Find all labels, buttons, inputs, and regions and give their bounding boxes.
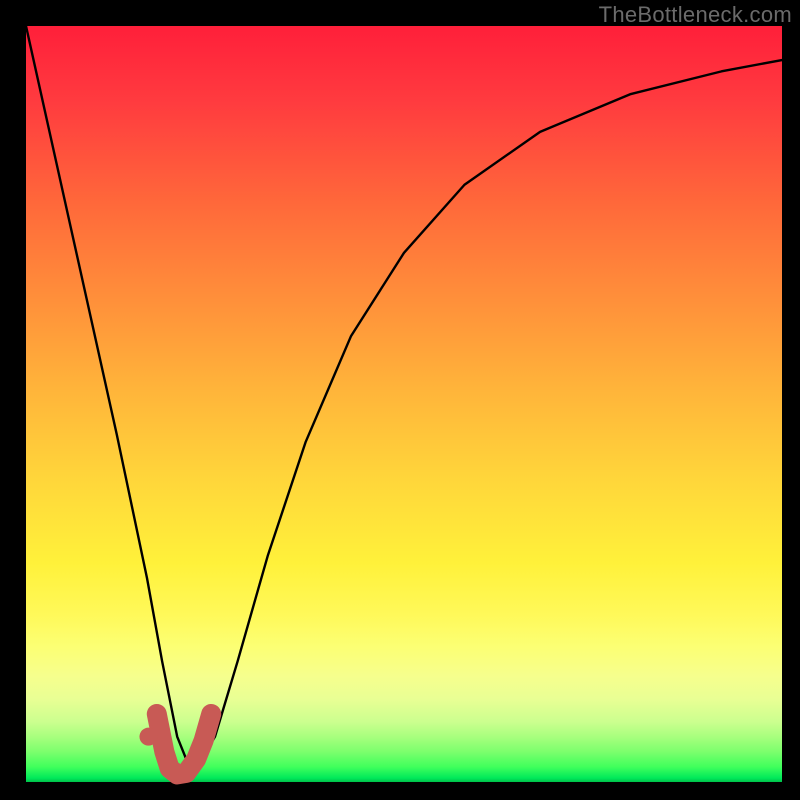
watermark-text: TheBottleneck.com <box>599 2 792 28</box>
hook-marker-dot <box>139 728 157 746</box>
plot-area <box>26 26 782 782</box>
chart-svg <box>26 26 782 782</box>
chart-frame: TheBottleneck.com <box>0 0 800 800</box>
main-curve <box>26 26 782 774</box>
hook-marker <box>157 714 211 774</box>
